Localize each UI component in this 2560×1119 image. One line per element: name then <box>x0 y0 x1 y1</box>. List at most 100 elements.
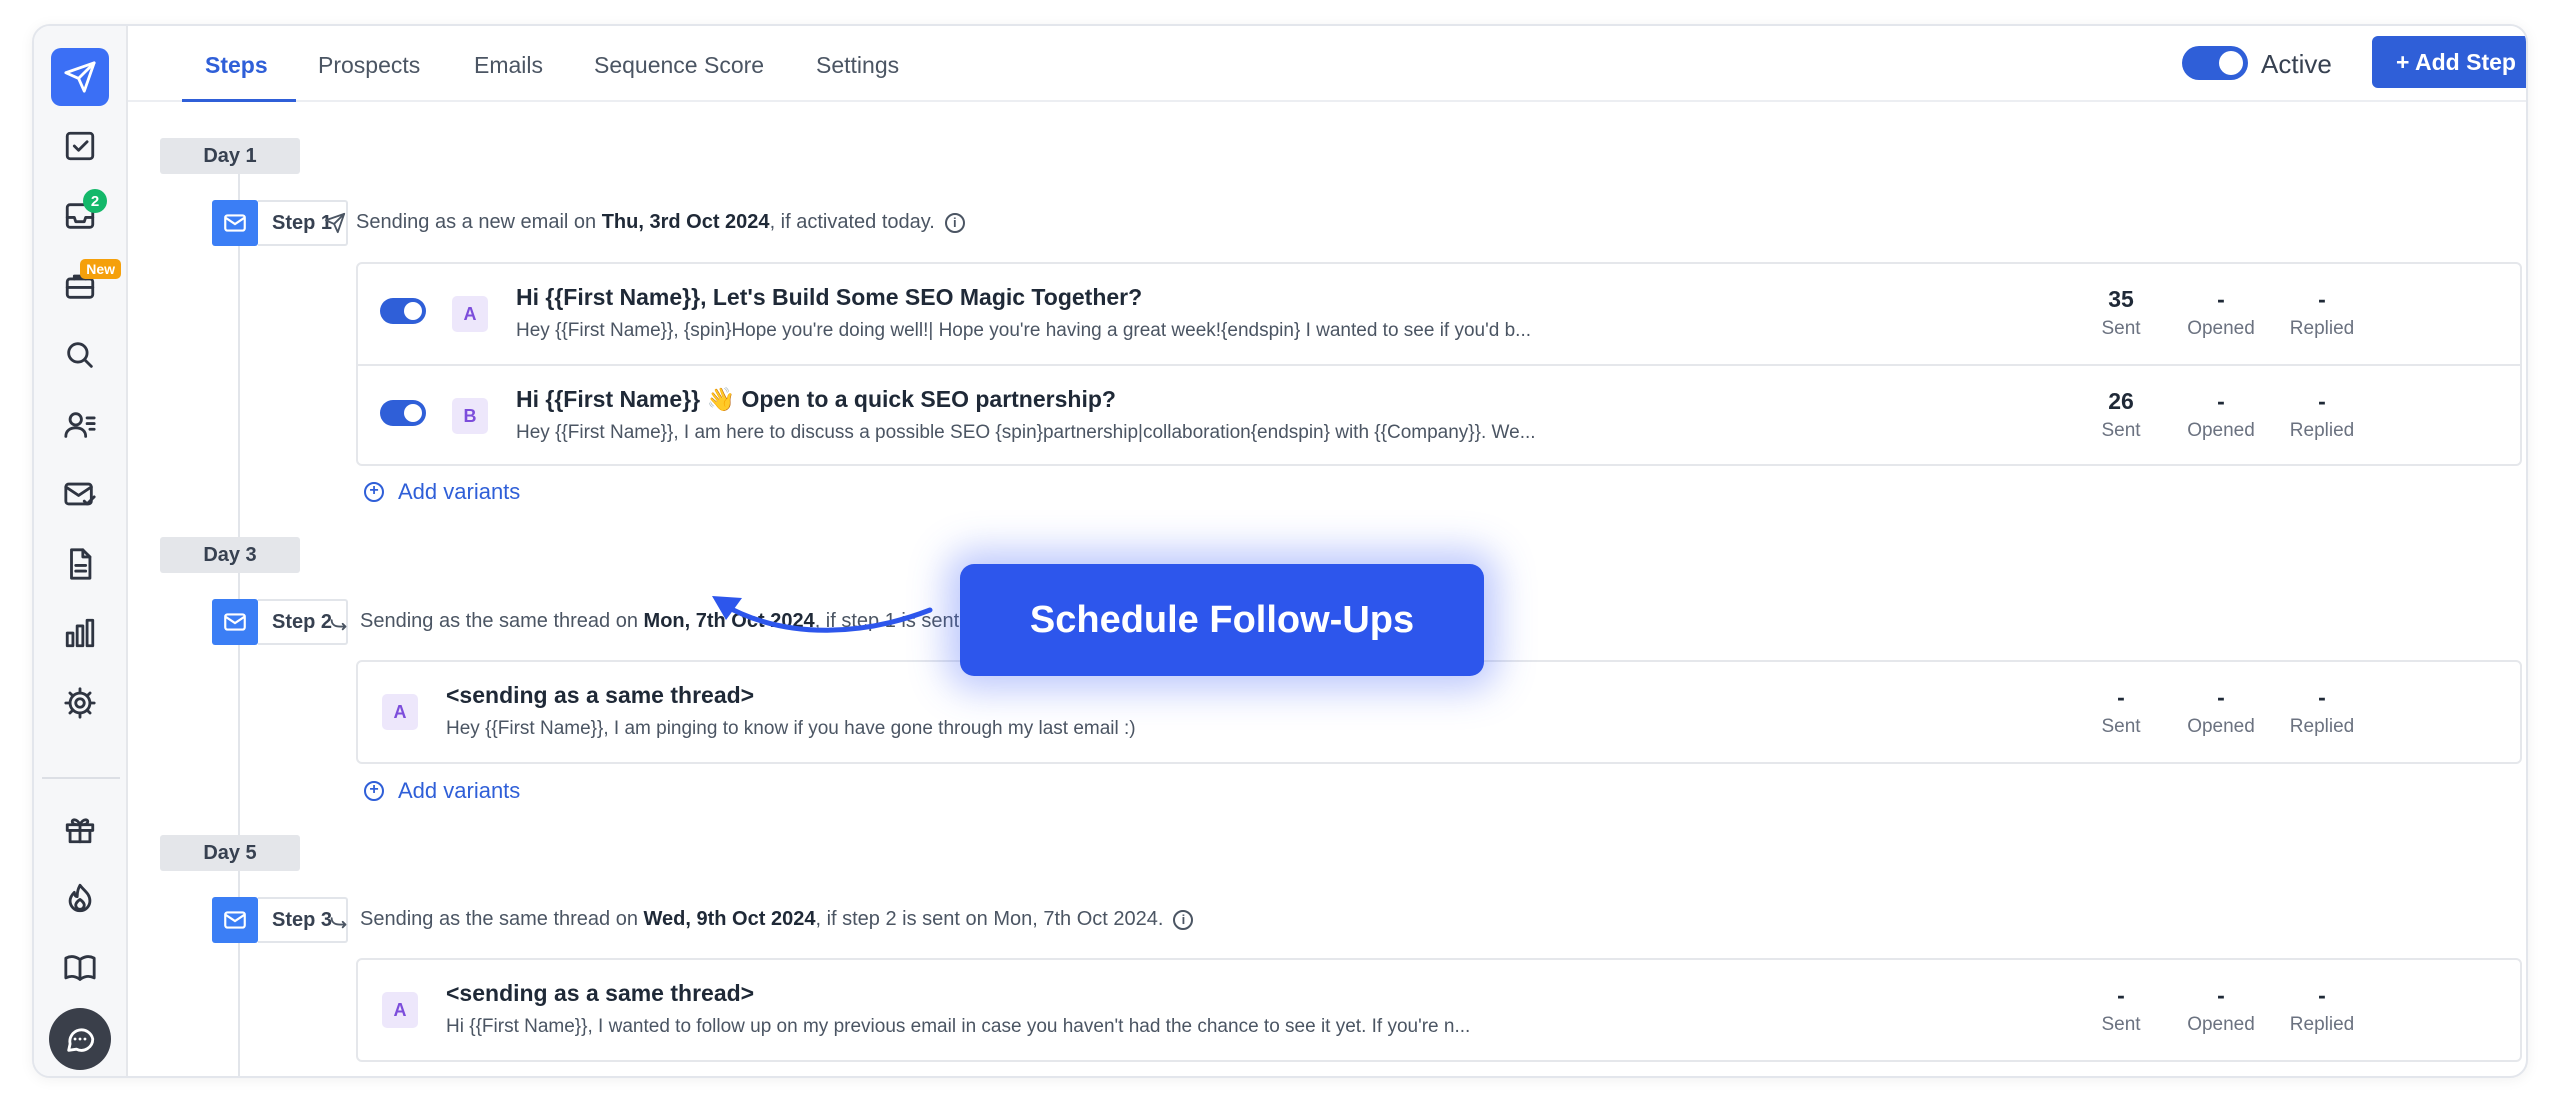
variant-badge: B <box>452 398 488 434</box>
sent-count: 35 <box>2108 286 2134 312</box>
email-subject: <sending as a same thread> <box>446 682 755 708</box>
info-icon[interactable]: i <box>944 212 965 233</box>
tab-emails[interactable]: Emails <box>474 52 543 79</box>
day-label: Day 1 <box>160 138 300 174</box>
document-nav-icon[interactable] <box>51 535 109 593</box>
info-date: Wed, 9th Oct 2024 <box>643 908 816 930</box>
opened-count: - <box>2217 684 2225 710</box>
replied-count: - <box>2318 982 2326 1008</box>
email-preview: Hey {{First Name}}, I am here to discuss… <box>516 422 1536 443</box>
tab-prospects[interactable]: Prospects <box>318 52 420 79</box>
add-step-button[interactable]: + Add Step <box>2372 36 2526 88</box>
prospects-nav-icon[interactable] <box>51 396 109 454</box>
variants-card: A Hi {{First Name}}, Let's Build Some SE… <box>356 262 2522 466</box>
info-suffix: , if activated today. <box>769 211 935 233</box>
replied-label: Replied <box>2289 420 2355 441</box>
tab-settings[interactable]: Settings <box>816 52 899 79</box>
active-tab-underline <box>182 99 296 102</box>
plus-circle-icon: + <box>364 482 384 502</box>
add-variants-label: Add variants <box>398 778 521 803</box>
inbox-count-badge: 2 <box>83 189 107 213</box>
add-variants-label: Add variants <box>398 479 521 504</box>
info-prefix: Sending as the same thread on <box>360 908 638 930</box>
email-preview: Hey {{First Name}}, I am pinging to know… <box>446 718 1136 739</box>
sent-label: Sent <box>2101 420 2141 441</box>
sent-stat: 35 Sent <box>2066 286 2176 340</box>
add-variants-link[interactable]: + Add variants <box>364 479 520 505</box>
opened-stat: - Opened <box>2166 286 2276 340</box>
add-variants-link[interactable]: + Add variants <box>364 1076 520 1078</box>
plus-circle-icon: + <box>364 781 384 801</box>
replied-stat: - Replied <box>2267 388 2377 442</box>
mail-icon <box>212 200 258 246</box>
replied-label: Replied <box>2289 1014 2355 1035</box>
top-bar: Steps Prospects Emails Sequence Score Se… <box>128 26 2526 102</box>
new-badge: New <box>80 259 121 279</box>
chat-support-icon[interactable] <box>49 1008 111 1070</box>
tab-steps[interactable]: Steps <box>205 52 268 79</box>
sent-stat: - Sent <box>2066 684 2176 738</box>
send-icon <box>324 212 346 233</box>
replied-stat: - Replied <box>2267 982 2377 1036</box>
sent-stat: - Sent <box>2066 982 2176 1036</box>
inbox-nav-icon[interactable]: 2 <box>51 187 109 245</box>
day-label: Day 5 <box>160 835 300 871</box>
variant-toggle[interactable] <box>380 298 426 324</box>
sent-count: - <box>2117 982 2125 1008</box>
mail-icon <box>212 897 258 943</box>
variant-row[interactable]: A <sending as a same thread> Hey {{First… <box>358 662 2520 762</box>
add-variants-link[interactable]: + Add variants <box>364 778 520 804</box>
opened-stat: - Opened <box>2166 982 2276 1036</box>
sent-label: Sent <box>2101 318 2141 339</box>
briefcase-nav-icon[interactable]: New <box>51 257 121 315</box>
sequences-nav-icon[interactable] <box>51 48 109 106</box>
tab-sequence-score[interactable]: Sequence Score <box>594 52 764 79</box>
email-subject: Hi {{First Name}}, Let's Build Some SEO … <box>516 284 1143 310</box>
callout-arrow-icon <box>712 596 933 633</box>
variant-toggle[interactable] <box>380 400 426 426</box>
step-schedule-info: Sending as the same thread on Wed, 9th O… <box>328 908 1194 931</box>
sent-label: Sent <box>2101 1014 2141 1035</box>
variant-row[interactable]: B Hi {{First Name}} 👋 Open to a quick SE… <box>358 364 2520 464</box>
variant-badge: A <box>382 694 418 730</box>
opened-count: - <box>2217 388 2225 414</box>
variant-badge: A <box>452 296 488 332</box>
opened-stat: - Opened <box>2166 684 2276 738</box>
opened-count: - <box>2217 286 2225 312</box>
email-subject: <sending as a same thread> <box>446 980 755 1006</box>
warmup-flame-icon[interactable] <box>51 869 109 927</box>
email-preview: Hi {{First Name}}, I wanted to follow up… <box>446 1016 1471 1037</box>
variants-card: A <sending as a same thread> Hi {{First … <box>356 958 2522 1062</box>
sequence-active-toggle[interactable] <box>2182 46 2248 80</box>
variant-row[interactable]: A <sending as a same thread> Hi {{First … <box>358 960 2520 1060</box>
info-suffix: , if step 2 is sent on Mon, 7th Oct 2024… <box>815 908 1164 930</box>
sent-count: 26 <box>2108 388 2134 414</box>
opened-label: Opened <box>2187 318 2255 339</box>
replied-label: Replied <box>2289 318 2355 339</box>
book-icon[interactable] <box>51 939 109 997</box>
add-variants-label: Add variants <box>398 1076 520 1078</box>
replied-label: Replied <box>2289 716 2355 737</box>
reply-arrow-icon <box>330 618 347 630</box>
replied-stat: - Replied <box>2267 286 2377 340</box>
variant-row[interactable]: A Hi {{First Name}}, Let's Build Some SE… <box>358 264 2520 364</box>
sent-count: - <box>2117 684 2125 710</box>
search-nav-icon[interactable] <box>51 326 109 384</box>
replied-count: - <box>2318 286 2326 312</box>
tasks-nav-icon[interactable] <box>51 117 109 175</box>
active-label: Active <box>2261 49 2332 79</box>
opened-stat: - Opened <box>2166 388 2276 442</box>
mail-check-nav-icon[interactable] <box>51 465 109 523</box>
reply-arrow-icon <box>330 916 347 928</box>
steps-timeline: Day 1 Step 1 Sending as a new email on T… <box>128 104 2526 1076</box>
sent-stat: 26 Sent <box>2066 388 2176 442</box>
sidebar: 2 New <box>34 26 128 1076</box>
analytics-nav-icon[interactable] <box>51 604 109 662</box>
gift-icon[interactable] <box>51 800 109 858</box>
opened-count: - <box>2217 982 2225 1008</box>
opened-label: Opened <box>2187 420 2255 441</box>
settings-gear-icon[interactable] <box>51 674 109 732</box>
sent-label: Sent <box>2101 716 2141 737</box>
info-icon[interactable]: i <box>1173 909 1194 930</box>
opened-label: Opened <box>2187 1014 2255 1035</box>
